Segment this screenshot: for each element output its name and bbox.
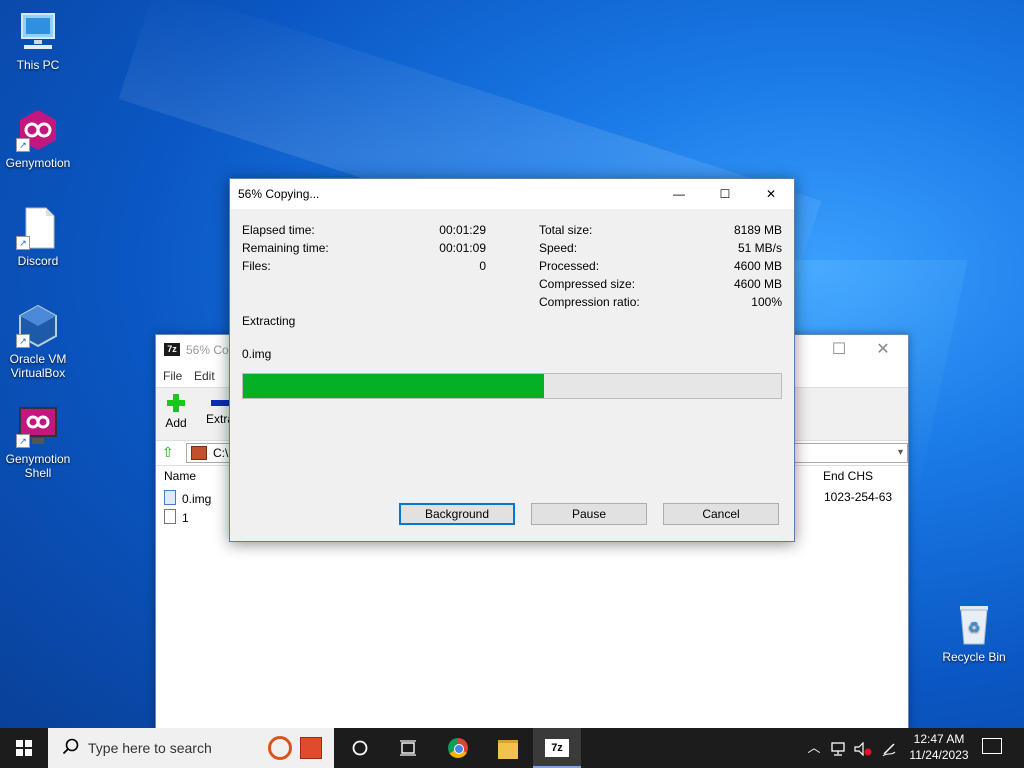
chevron-up-icon[interactable]: ︿ <box>804 728 824 768</box>
add-plus-icon <box>167 394 185 412</box>
file-icon: ↗ <box>16 206 60 250</box>
shortcut-arrow-icon: ↗ <box>16 334 30 348</box>
files-value: 0 <box>479 259 486 273</box>
row-end-chs: 1023-254-63 <box>824 490 893 504</box>
pen-icon[interactable] <box>878 728 900 768</box>
minimize-button[interactable]: — <box>664 183 694 205</box>
status-text: Extracting <box>242 314 296 328</box>
row-name: 0.img <box>182 492 212 506</box>
taskbar-search-box[interactable]: Type here to search <box>48 728 334 768</box>
desktop-icon-genymotion-shell[interactable]: ↗ Genymotion Shell <box>0 404 76 480</box>
pause-button[interactable]: Pause <box>531 503 647 525</box>
sevenzip-taskbar-button[interactable]: 7z <box>533 728 581 768</box>
processed-label: Processed: <box>539 259 600 273</box>
search-icon <box>62 738 82 758</box>
sevenzip-logo-icon: 7z <box>164 343 180 356</box>
speed-label: Speed: <box>539 241 578 255</box>
compressed-size-label: Compressed size: <box>539 277 636 291</box>
taskbar: Type here to search 7z ︿ 12:47 AM 11/24/… <box>0 728 1024 768</box>
remaining-time-value: 00:01:09 <box>439 241 486 255</box>
taskbar-clock[interactable]: 12:47 AM 11/24/2023 <box>904 731 974 763</box>
add-button[interactable]: Add <box>156 394 196 430</box>
desktop-icon-virtualbox[interactable]: ↗ Oracle VM VirtualBox <box>0 304 76 380</box>
desktop-icon-genymotion[interactable]: ↗ Genymotion <box>0 108 76 170</box>
speed-value: 51 MB/s <box>737 241 782 255</box>
table-row[interactable]: 0.img <box>164 490 211 506</box>
column-header-name[interactable]: Name <box>164 469 196 483</box>
chrome-taskbar-button[interactable] <box>434 728 482 768</box>
extract-minus-icon <box>211 400 229 406</box>
windows-logo-icon <box>16 740 32 756</box>
table-row[interactable]: 1 <box>164 509 189 525</box>
genymotion-shell-icon: ↗ <box>16 404 60 448</box>
copy-progress-dialog[interactable]: 56% Copying... — ☐ ✕ Elapsed time: 00:01… <box>229 178 795 542</box>
close-button[interactable]: ✕ <box>756 183 786 205</box>
add-label: Add <box>165 416 187 430</box>
file-icon <box>164 509 176 524</box>
desktop-icon-label: Discord <box>17 254 59 268</box>
clock-time: 12:47 AM <box>913 732 965 746</box>
shortcut-arrow-icon: ↗ <box>16 236 30 250</box>
files-label: Files: <box>242 259 271 273</box>
progress-bar-fill <box>243 374 545 398</box>
computer-icon <box>16 10 60 54</box>
chevron-down-icon[interactable]: ▾ <box>898 447 903 458</box>
search-placeholder: Type here to search <box>88 740 212 756</box>
compressed-size-value: 4600 MB <box>733 277 782 291</box>
compression-ratio-value: 100% <box>751 295 782 309</box>
volume-muted-icon[interactable] <box>852 728 874 768</box>
progress-bar <box>242 373 782 399</box>
cortana-button[interactable] <box>336 728 384 768</box>
dialog-titlebar[interactable]: 56% Copying... — ☐ ✕ <box>230 179 794 209</box>
menu-file[interactable]: File <box>163 369 182 383</box>
row-name: 1 <box>182 511 189 525</box>
shortcut-arrow-icon: ↗ <box>16 434 30 448</box>
desktop-icon-label: Genymotion Shell <box>5 452 71 480</box>
bg-maximize-button[interactable]: ☐ <box>828 339 850 361</box>
desktop-icon-recycle-bin[interactable]: ♻ Recycle Bin <box>936 602 1012 664</box>
desktop-icon-label: Oracle VM VirtualBox <box>9 352 67 380</box>
sevenzip-icon: 7z <box>545 739 569 757</box>
clock-date: 11/24/2023 <box>909 748 969 762</box>
svg-text:♻: ♻ <box>968 619 981 635</box>
total-size-value: 8189 MB <box>733 223 782 237</box>
gift-icon[interactable] <box>300 737 322 759</box>
genymotion-icon: ↗ <box>16 108 60 152</box>
dialog-title: 56% Copying... <box>238 187 320 201</box>
desktop-icon-label: Genymotion <box>5 156 71 170</box>
compression-ratio-label: Compression ratio: <box>539 295 640 309</box>
desktop-icon-this-pc[interactable]: This PC <box>0 10 76 72</box>
menu-edit[interactable]: Edit <box>194 369 215 383</box>
notification-center-icon[interactable] <box>982 738 1002 754</box>
elapsed-time-value: 00:01:29 <box>439 223 486 237</box>
current-file-text: 0.img <box>242 347 272 361</box>
recycle-bin-icon: ♻ <box>952 602 996 646</box>
start-button[interactable] <box>0 728 48 768</box>
alarm-clock-icon[interactable] <box>268 736 292 760</box>
archive-icon <box>191 446 207 460</box>
file-explorer-taskbar-button[interactable] <box>484 728 532 768</box>
network-icon[interactable] <box>828 728 850 768</box>
cancel-button[interactable]: Cancel <box>663 503 779 525</box>
desktop-icon-label: This PC <box>16 58 60 72</box>
maximize-button[interactable]: ☐ <box>710 183 740 205</box>
elapsed-time-label: Elapsed time: <box>242 223 315 237</box>
remaining-time-label: Remaining time: <box>242 241 329 255</box>
chrome-icon <box>448 738 468 758</box>
background-button[interactable]: Background <box>399 503 515 525</box>
column-header-end-chs[interactable]: End CHS <box>823 469 873 483</box>
virtualbox-icon: ↗ <box>16 304 60 348</box>
bg-close-button[interactable]: ✕ <box>872 339 894 361</box>
total-size-label: Total size: <box>539 223 593 237</box>
shortcut-arrow-icon: ↗ <box>16 138 30 152</box>
file-icon <box>164 490 176 505</box>
up-folder-icon[interactable]: ⇧ <box>162 445 176 459</box>
desktop-icon-label: Recycle Bin <box>942 650 1006 664</box>
processed-value: 4600 MB <box>733 259 782 273</box>
path-text: C:\ <box>213 446 229 460</box>
desktop-icon-discord[interactable]: ↗ Discord <box>0 206 76 268</box>
task-view-button[interactable] <box>384 728 432 768</box>
folder-icon <box>498 740 518 759</box>
